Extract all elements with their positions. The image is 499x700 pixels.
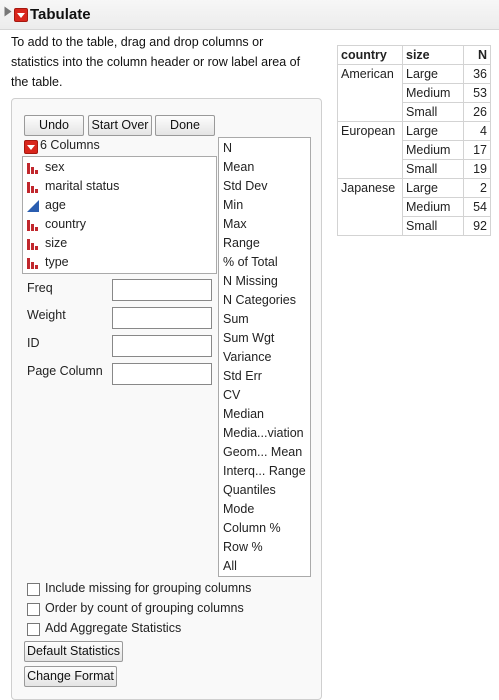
- cell-n: 54: [463, 197, 491, 217]
- nominal-bar-icon: [27, 258, 38, 269]
- page-title: Tabulate: [30, 6, 91, 23]
- stat-item-cv[interactable]: CV: [223, 386, 240, 405]
- row-label-country: American: [337, 64, 403, 122]
- red-triangle-menu-icon[interactable]: [14, 8, 28, 22]
- include-missing-checkbox[interactable]: [27, 583, 40, 596]
- collapse-triangle-icon[interactable]: [4, 6, 12, 17]
- header-size[interactable]: size: [402, 45, 464, 65]
- stat-item-median-abs-deviation[interactable]: Media...viation: [223, 424, 304, 443]
- add-aggregate-checkbox[interactable]: [27, 623, 40, 636]
- stat-item-min[interactable]: Min: [223, 196, 243, 215]
- cell-n: 26: [463, 102, 491, 122]
- stat-item-n[interactable]: N: [223, 139, 232, 158]
- row-label-size: Large: [402, 64, 464, 84]
- page-column-drop-zone[interactable]: [112, 363, 212, 385]
- freq-drop-zone[interactable]: [112, 279, 212, 301]
- columns-menu-icon[interactable]: [24, 140, 38, 154]
- weight-label: Weight: [27, 308, 66, 322]
- nominal-bar-icon: [27, 239, 38, 250]
- stat-item-std-err[interactable]: Std Err: [223, 367, 262, 386]
- cell-n: 4: [463, 121, 491, 141]
- row-label-size: Large: [402, 121, 464, 141]
- column-label: type: [45, 255, 69, 269]
- row-label-size: Large: [402, 178, 464, 198]
- column-label: age: [45, 198, 66, 212]
- id-label: ID: [27, 336, 40, 350]
- undo-button[interactable]: Undo: [24, 115, 84, 136]
- header-n[interactable]: N: [463, 45, 491, 65]
- stat-item-pct-total[interactable]: % of Total: [223, 253, 278, 272]
- header-country[interactable]: country: [337, 45, 403, 65]
- stat-item-mode[interactable]: Mode: [223, 500, 254, 519]
- cell-n: 53: [463, 83, 491, 103]
- stat-item-interquartile-range[interactable]: Interq... Range: [223, 462, 306, 481]
- columns-list: sex marital status age country size type: [22, 156, 217, 274]
- table-row: Japanese Large 2: [337, 178, 491, 236]
- stat-item-all[interactable]: All: [223, 557, 237, 576]
- column-label: size: [45, 236, 68, 250]
- tabulate-result-table[interactable]: country size N American Large 36 Medium …: [337, 45, 491, 236]
- row-label-size: Medium: [402, 140, 464, 160]
- cell-n: 2: [463, 178, 491, 198]
- weight-drop-zone[interactable]: [112, 307, 212, 329]
- freq-label: Freq: [27, 281, 53, 295]
- continuous-triangle-icon: [27, 200, 39, 212]
- page-column-label: Page Column: [27, 364, 103, 378]
- change-format-button[interactable]: Change Format: [24, 666, 117, 687]
- include-missing-label: Include missing for grouping columns: [45, 581, 252, 595]
- table-header-row: country size N: [337, 45, 491, 65]
- stat-item-row-pct[interactable]: Row %: [223, 538, 263, 557]
- table-row: European Large 4: [337, 121, 491, 179]
- stat-item-sum-wgt[interactable]: Sum Wgt: [223, 329, 274, 348]
- table-row: American Large 36: [337, 64, 491, 122]
- stat-item-n-categories[interactable]: N Categories: [223, 291, 296, 310]
- order-by-count-label: Order by count of grouping columns: [45, 601, 244, 615]
- cell-n: 36: [463, 64, 491, 84]
- row-label-country: Japanese: [337, 178, 403, 236]
- nominal-bar-icon: [27, 163, 38, 174]
- cell-n: 17: [463, 140, 491, 160]
- id-drop-zone[interactable]: [112, 335, 212, 357]
- row-label-size: Medium: [402, 83, 464, 103]
- nominal-bar-icon: [27, 220, 38, 231]
- stat-item-geometric-mean[interactable]: Geom... Mean: [223, 443, 302, 462]
- column-label: country: [45, 217, 86, 231]
- nominal-bar-icon: [27, 182, 38, 193]
- stat-item-quantiles[interactable]: Quantiles: [223, 481, 276, 500]
- done-button[interactable]: Done: [155, 115, 215, 136]
- stat-item-sum[interactable]: Sum: [223, 310, 249, 329]
- column-label: sex: [45, 160, 65, 174]
- stat-item-mean[interactable]: Mean: [223, 158, 254, 177]
- stat-item-max[interactable]: Max: [223, 215, 247, 234]
- instructions-text: To add to the table, drag and drop colum…: [11, 35, 301, 89]
- stat-item-column-pct[interactable]: Column %: [223, 519, 281, 538]
- stat-item-n-missing[interactable]: N Missing: [223, 272, 278, 291]
- add-aggregate-label: Add Aggregate Statistics: [45, 621, 182, 635]
- start-over-button[interactable]: Start Over: [88, 115, 152, 136]
- row-label-size: Small: [402, 216, 464, 236]
- row-label-country: European: [337, 121, 403, 179]
- statistics-list: N Mean Std Dev Min Max Range % of Total …: [218, 137, 311, 577]
- stat-item-std-dev[interactable]: Std Dev: [223, 177, 267, 196]
- row-label-size: Small: [402, 159, 464, 179]
- cell-n: 19: [463, 159, 491, 179]
- stat-item-range[interactable]: Range: [223, 234, 260, 253]
- default-statistics-button[interactable]: Default Statistics: [24, 641, 123, 662]
- row-label-size: Small: [402, 102, 464, 122]
- stat-item-variance[interactable]: Variance: [223, 348, 271, 367]
- order-by-count-checkbox[interactable]: [27, 603, 40, 616]
- row-label-size: Medium: [402, 197, 464, 217]
- stat-item-median[interactable]: Median: [223, 405, 264, 424]
- column-label: marital status: [45, 179, 120, 193]
- cell-n: 92: [463, 216, 491, 236]
- columns-count-label: 6 Columns: [40, 138, 100, 152]
